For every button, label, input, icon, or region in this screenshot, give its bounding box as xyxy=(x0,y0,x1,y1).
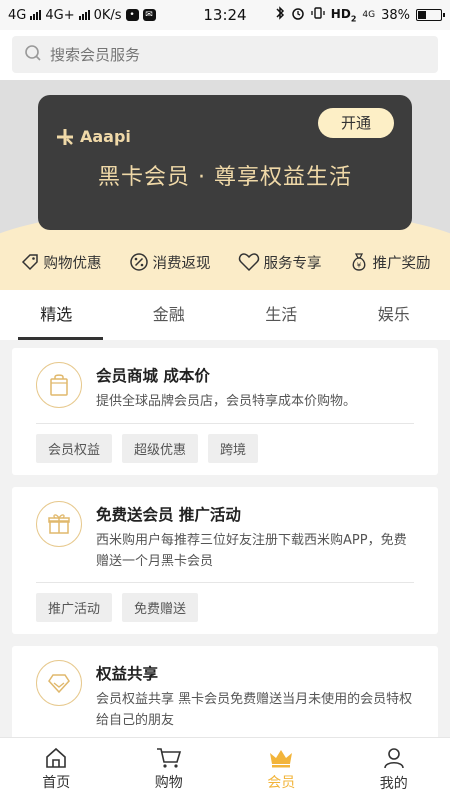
brand-mark-icon xyxy=(57,128,73,145)
diamond-icon xyxy=(36,660,82,707)
brand-logo: Aaapi xyxy=(56,127,131,146)
tag[interactable]: 免费赠送 xyxy=(122,593,199,623)
cart-icon xyxy=(156,747,181,768)
benefit-list: 会员商城 成本价 提供全球品牌会员店，会员特享成本价购物。 会员权益 超级优惠 … xyxy=(0,340,450,737)
list-item-free-membership[interactable]: 免费送会员 推广活动 西米购用户每推荐三位好友注册下载西米购APP，免费赠送一个… xyxy=(12,486,438,635)
nav-member[interactable]: 会员 xyxy=(225,738,338,800)
black-card: Aaapi 开通 黑卡会员 · 尊享权益生活 xyxy=(38,95,412,230)
tag[interactable]: 跨境 xyxy=(208,433,259,463)
nav-label: 购物 xyxy=(154,774,183,791)
nav-shopping[interactable]: 购物 xyxy=(113,738,226,800)
network-label-2: 4G+ xyxy=(45,7,75,23)
signal-icon-2 xyxy=(78,10,90,20)
benefit-shopping[interactable]: 购物优惠 xyxy=(20,252,102,273)
item-text: 会员商城 成本价 提供全球品牌会员店，会员特享成本价购物。 xyxy=(96,362,414,413)
item-text: 免费送会员 推广活动 西米购用户每推荐三位好友注册下载西米购APP，免费赠送一个… xyxy=(96,501,414,573)
list-item-rights-sharing[interactable]: 权益共享 会员权益共享 黑卡会员免费赠送当月未使用的会员特权给自己的朋友 xyxy=(12,646,438,737)
tab-life[interactable]: 生活 xyxy=(225,290,338,340)
item-head: 会员商城 成本价 提供全球品牌会员店，会员特享成本价购物。 xyxy=(36,362,414,423)
user-icon xyxy=(383,747,404,768)
card-title: 黑卡会员 · 尊享权益生活 xyxy=(98,165,352,190)
message-icon: • xyxy=(125,9,139,21)
tab-featured[interactable]: 精选 xyxy=(0,290,113,340)
item-head: 权益共享 会员权益共享 黑卡会员免费赠送当月未使用的会员特权给自己的朋友 xyxy=(36,660,414,737)
network-label: 4G xyxy=(8,7,27,23)
vibrate-icon xyxy=(311,6,325,24)
item-title: 免费送会员 推广活动 xyxy=(96,505,241,524)
tag-row: 推广活动 免费赠送 xyxy=(36,582,414,634)
benefit-label: 推广奖励 xyxy=(372,255,431,272)
battery-percent: 38% xyxy=(381,7,410,23)
benefit-reward[interactable]: ¥ 推广奖励 xyxy=(349,252,431,273)
search-bar xyxy=(0,30,450,80)
status-bar: 4G 4G+ 0K/s • ✉ 13:24 HD2 4G 38% xyxy=(0,0,450,30)
benefits-row: 购物优惠 消费返现 服务专享 ¥ 推广奖励 xyxy=(0,234,450,290)
tag[interactable]: 推广活动 xyxy=(36,593,113,623)
tag[interactable]: 超级优惠 xyxy=(122,433,199,463)
category-tabs: 精选 金融 生活 娱乐 xyxy=(0,290,450,340)
search-input[interactable] xyxy=(50,45,438,64)
status-left: 4G 4G+ 0K/s • ✉ xyxy=(8,8,275,23)
nav-label: 我的 xyxy=(379,775,408,792)
status-right: HD2 4G 38% xyxy=(275,6,445,24)
item-desc: 提供全球品牌会员店，会员特享成本价购物。 xyxy=(96,394,357,409)
tag-row: 会员权益 超级优惠 跨境 xyxy=(36,422,414,475)
battery-fill xyxy=(418,11,427,19)
bottom-navigation: 首页 购物 会员 我的 xyxy=(0,737,450,800)
nav-label: 首页 xyxy=(42,774,71,791)
tab-finance[interactable]: 金融 xyxy=(113,290,226,340)
benefit-label: 购物优惠 xyxy=(43,255,102,272)
money-bag-icon: ¥ xyxy=(352,253,365,271)
item-head: 免费送会员 推广活动 西米购用户每推荐三位好友注册下载西米购APP，免费赠送一个… xyxy=(36,500,414,583)
network-small: 4G xyxy=(362,10,376,20)
percent-icon xyxy=(129,253,148,271)
nav-label: 会员 xyxy=(267,774,296,791)
signal-icon xyxy=(30,10,42,20)
heart-icon xyxy=(238,253,259,272)
search-icon xyxy=(24,44,42,66)
gift-icon xyxy=(36,500,82,547)
search-box[interactable] xyxy=(12,36,438,73)
benefit-service[interactable]: 服务专享 xyxy=(238,252,322,273)
shopping-bag-icon xyxy=(36,362,82,408)
hd-label: HD xyxy=(330,6,351,21)
hd-indicator: HD2 xyxy=(331,7,357,23)
tag[interactable]: 会员权益 xyxy=(36,433,113,463)
benefit-label: 消费返现 xyxy=(152,255,211,272)
bluetooth-icon xyxy=(275,6,285,24)
open-membership-button[interactable]: 开通 xyxy=(318,108,394,138)
home-icon xyxy=(46,747,67,768)
list-item-member-mall[interactable]: 会员商城 成本价 提供全球品牌会员店，会员特享成本价购物。 会员权益 超级优惠 … xyxy=(12,348,438,475)
tab-entertainment[interactable]: 娱乐 xyxy=(338,290,450,340)
svg-text:¥: ¥ xyxy=(356,262,361,270)
item-desc: 会员权益共享 黑卡会员免费赠送当月未使用的会员特权给自己的朋友 xyxy=(96,692,413,729)
nav-profile[interactable]: 我的 xyxy=(338,738,450,800)
item-text: 权益共享 会员权益共享 黑卡会员免费赠送当月未使用的会员特权给自己的朋友 xyxy=(96,660,414,732)
brand-name: Aaapi xyxy=(80,127,131,146)
battery-icon xyxy=(416,9,445,21)
item-title: 权益共享 xyxy=(96,665,159,684)
member-hero: Aaapi 开通 黑卡会员 · 尊享权益生活 购物优惠 消费返现 服务专享 ¥ … xyxy=(0,80,450,290)
tag-icon xyxy=(21,254,38,271)
benefit-cashback[interactable]: 消费返现 xyxy=(129,252,211,273)
item-title: 会员商城 成本价 xyxy=(96,367,210,385)
hd-sub: 2 xyxy=(350,14,357,24)
crown-icon xyxy=(270,749,293,767)
nav-home[interactable]: 首页 xyxy=(0,738,113,800)
benefit-label: 服务专享 xyxy=(263,255,322,272)
network-speed: 0K/s xyxy=(93,7,122,23)
alarm-icon xyxy=(291,6,305,24)
item-desc: 西米购用户每推荐三位好友注册下载西米购APP，免费赠送一个月黑卡会员 xyxy=(96,532,407,569)
mail-icon: ✉ xyxy=(142,9,156,21)
